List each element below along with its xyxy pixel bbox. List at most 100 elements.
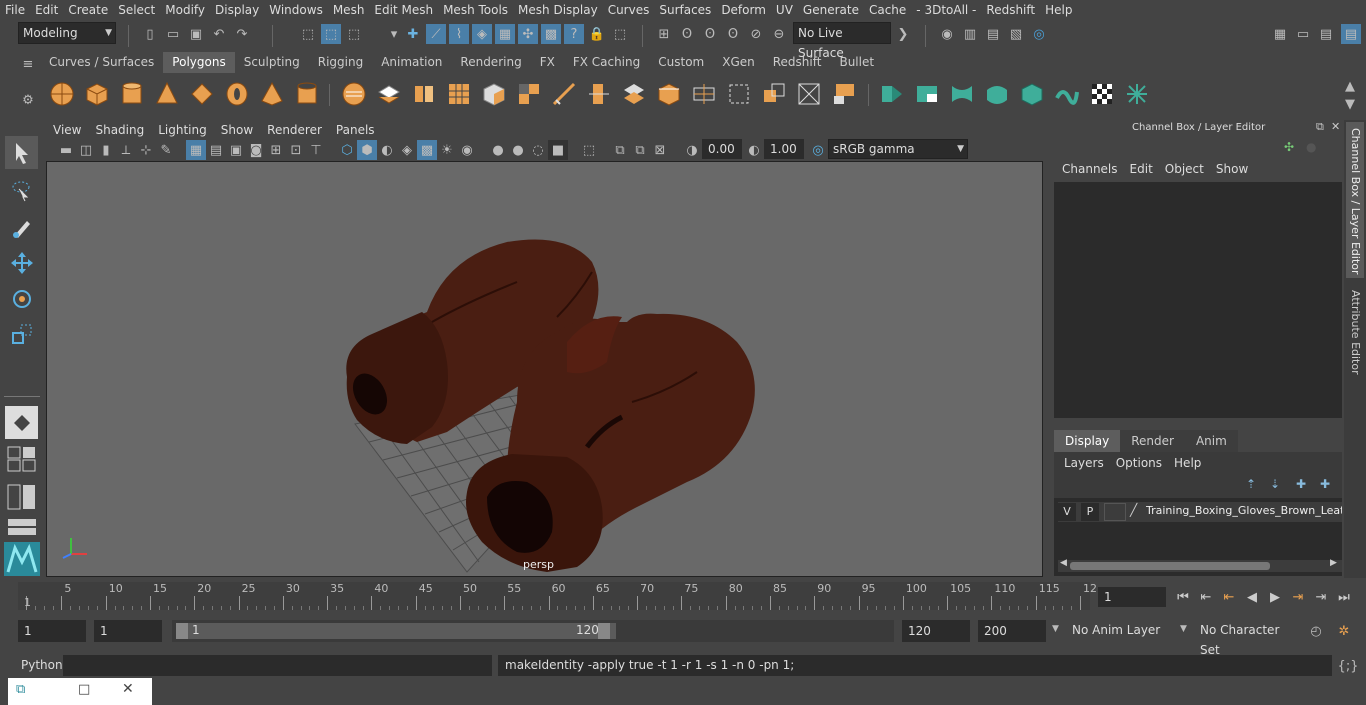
viewport-persp[interactable]: persp bbox=[46, 161, 1043, 577]
go-to-start-icon[interactable]: ⏮ bbox=[1174, 588, 1192, 606]
bridge-icon[interactable] bbox=[515, 80, 543, 108]
scale-tool-icon[interactable] bbox=[5, 318, 38, 351]
lasso-tool-icon[interactable] bbox=[5, 174, 38, 207]
hypershade-icon[interactable]: ◎ bbox=[1029, 24, 1049, 44]
exposure-icon[interactable]: ◑ bbox=[682, 140, 702, 160]
save-scene-icon[interactable]: ▣ bbox=[186, 24, 206, 44]
spherical-map-icon[interactable] bbox=[983, 80, 1011, 108]
tab-rendering[interactable]: Rendering bbox=[451, 52, 530, 73]
resolution-gate-icon[interactable]: ▣ bbox=[226, 140, 246, 160]
depth-of-field-icon[interactable]: ◌ bbox=[528, 140, 548, 160]
uv-icon[interactable] bbox=[878, 80, 906, 108]
shadows-icon[interactable]: ☀ bbox=[437, 140, 457, 160]
channel-menu-show[interactable]: Show bbox=[1210, 162, 1254, 180]
chevron-down-icon[interactable]: ▼ bbox=[1180, 624, 1187, 634]
hud-icon[interactable]: ⊠ bbox=[650, 140, 670, 160]
separate-icon[interactable] bbox=[375, 80, 403, 108]
help-icon[interactable]: ? bbox=[564, 24, 584, 44]
menu-deform[interactable]: Deform bbox=[716, 0, 771, 20]
unfold-icon[interactable] bbox=[1053, 80, 1081, 108]
menu-uv[interactable]: UV bbox=[771, 0, 798, 20]
select-hierarchy-icon[interactable]: ⬚ bbox=[298, 24, 318, 44]
lasso-icon[interactable]: ʘ bbox=[677, 24, 697, 44]
animation-prefs-icon[interactable]: ✲ bbox=[1334, 621, 1354, 641]
anti-alias-icon[interactable]: ● bbox=[508, 140, 528, 160]
workspace-icon[interactable]: ▦ bbox=[1270, 24, 1290, 44]
color-management-icon[interactable]: ◎ bbox=[808, 140, 828, 160]
new-layer-icon[interactable]: ✚ bbox=[1296, 477, 1306, 491]
layer-row[interactable]: V P ╱ Training_Boxing_Gloves_Brown_Leath bbox=[1058, 502, 1342, 522]
select-object-icon[interactable]: ⬚ bbox=[321, 24, 341, 44]
gamma-field[interactable]: 1.00 bbox=[764, 139, 804, 159]
tab-display[interactable]: Display bbox=[1054, 430, 1121, 452]
safe-title-icon[interactable]: ⊤ bbox=[306, 140, 326, 160]
shelf-scroll-down-icon[interactable]: ▼ bbox=[1340, 94, 1360, 114]
scroll-right-icon[interactable]: ▶ bbox=[1330, 558, 1337, 568]
mirror-icon[interactable] bbox=[410, 80, 438, 108]
step-back-key-icon[interactable]: ⇤ bbox=[1197, 588, 1215, 606]
render-icon[interactable]: ▥ bbox=[960, 24, 980, 44]
shelf-scroll-up-icon[interactable]: ▲ bbox=[1340, 76, 1360, 96]
channel-box-toggle-icon[interactable]: ▤ bbox=[1341, 24, 1361, 44]
playback-start-field[interactable]: 1 bbox=[94, 620, 162, 642]
tab-rigging[interactable]: Rigging bbox=[309, 52, 372, 73]
play-backwards-icon[interactable]: ◀ bbox=[1243, 588, 1261, 606]
poly-pyramid-icon[interactable] bbox=[258, 80, 286, 108]
xray-components-icon[interactable]: ⧉ bbox=[630, 140, 650, 160]
scene-canvas[interactable] bbox=[47, 162, 1044, 578]
mode-dropdown[interactable]: Modeling ▼ bbox=[18, 22, 116, 44]
auto-key-icon[interactable]: ◴ bbox=[1306, 621, 1326, 641]
film-gate-icon[interactable]: ▤ bbox=[206, 140, 226, 160]
layer-name[interactable]: Training_Boxing_Gloves_Brown_Leath bbox=[1146, 504, 1342, 517]
scene-end-field[interactable]: 200 bbox=[978, 620, 1046, 642]
channel-menu-object[interactable]: Object bbox=[1159, 162, 1210, 180]
poly-pipe-icon[interactable] bbox=[293, 80, 321, 108]
tab-fx-caching[interactable]: FX Caching bbox=[564, 52, 649, 73]
menu-curves[interactable]: Curves bbox=[603, 0, 655, 20]
current-frame-field[interactable]: 1 bbox=[1098, 587, 1166, 607]
menu-windows[interactable]: Windows bbox=[264, 0, 328, 20]
command-input[interactable] bbox=[63, 655, 492, 676]
new-scene-icon[interactable]: ▯ bbox=[140, 24, 160, 44]
live-surface-field[interactable]: No Live Surface bbox=[793, 22, 891, 60]
tab-sculpting[interactable]: Sculpting bbox=[235, 52, 309, 73]
go-to-end-icon[interactable]: ⏭ bbox=[1335, 588, 1353, 606]
combine-icon[interactable] bbox=[340, 80, 368, 108]
maximize-icon[interactable]: □ bbox=[78, 682, 90, 697]
move-layer-up-icon[interactable]: ⇡ bbox=[1246, 477, 1256, 491]
rotate-tool-icon[interactable] bbox=[5, 282, 38, 315]
safe-action-icon[interactable]: ⊡ bbox=[286, 140, 306, 160]
layout-outliner-icon[interactable] bbox=[7, 518, 37, 536]
layout-two-pane-icon[interactable] bbox=[7, 484, 37, 510]
channel-list[interactable] bbox=[1054, 182, 1342, 418]
open-scene-icon[interactable]: ▭ bbox=[163, 24, 183, 44]
vp-menu-lighting[interactable]: Lighting bbox=[151, 120, 214, 140]
gate-mask-icon[interactable]: ◙ bbox=[246, 140, 266, 160]
scene-start-field[interactable]: 1 bbox=[18, 620, 86, 642]
symmetry-icon[interactable]: ⬚ bbox=[610, 24, 630, 44]
snap-vertex-icon[interactable]: ✣ bbox=[518, 24, 538, 44]
target-weld-icon[interactable] bbox=[690, 80, 718, 108]
grease-pencil-icon[interactable]: ✎ bbox=[156, 140, 176, 160]
bevel-icon[interactable] bbox=[655, 80, 683, 108]
tab-attribute-editor[interactable]: Attribute Editor bbox=[1346, 284, 1364, 375]
panel-layout-icon[interactable]: ▭ bbox=[1293, 24, 1313, 44]
tab-redshift[interactable]: Redshift bbox=[764, 52, 831, 73]
multi-cut-icon[interactable] bbox=[550, 80, 578, 108]
layer-menu-options[interactable]: Options bbox=[1110, 456, 1168, 470]
channel-menu-channels[interactable]: Channels bbox=[1056, 162, 1124, 180]
vp-menu-renderer[interactable]: Renderer bbox=[260, 120, 329, 140]
image-plane-icon[interactable]: ⟂ bbox=[116, 140, 136, 160]
poly-sphere-icon[interactable] bbox=[48, 80, 76, 108]
wireframe-icon[interactable]: ⬡ bbox=[337, 140, 357, 160]
menu-3dtoall[interactable]: - 3DtoAll - bbox=[911, 0, 981, 20]
2d-pan-icon[interactable]: ⊹ bbox=[136, 140, 156, 160]
vp-menu-shading[interactable]: Shading bbox=[88, 120, 151, 140]
append-polygon-icon[interactable] bbox=[760, 80, 788, 108]
poly-plane-icon[interactable] bbox=[188, 80, 216, 108]
play-forwards-icon[interactable]: ▶ bbox=[1266, 588, 1284, 606]
layout-quad-icon[interactable] bbox=[7, 446, 37, 472]
gamma-icon[interactable]: ◐ bbox=[744, 140, 764, 160]
move-tool-icon[interactable] bbox=[5, 246, 38, 279]
snap-grid-icon[interactable]: ✚ bbox=[403, 24, 423, 44]
